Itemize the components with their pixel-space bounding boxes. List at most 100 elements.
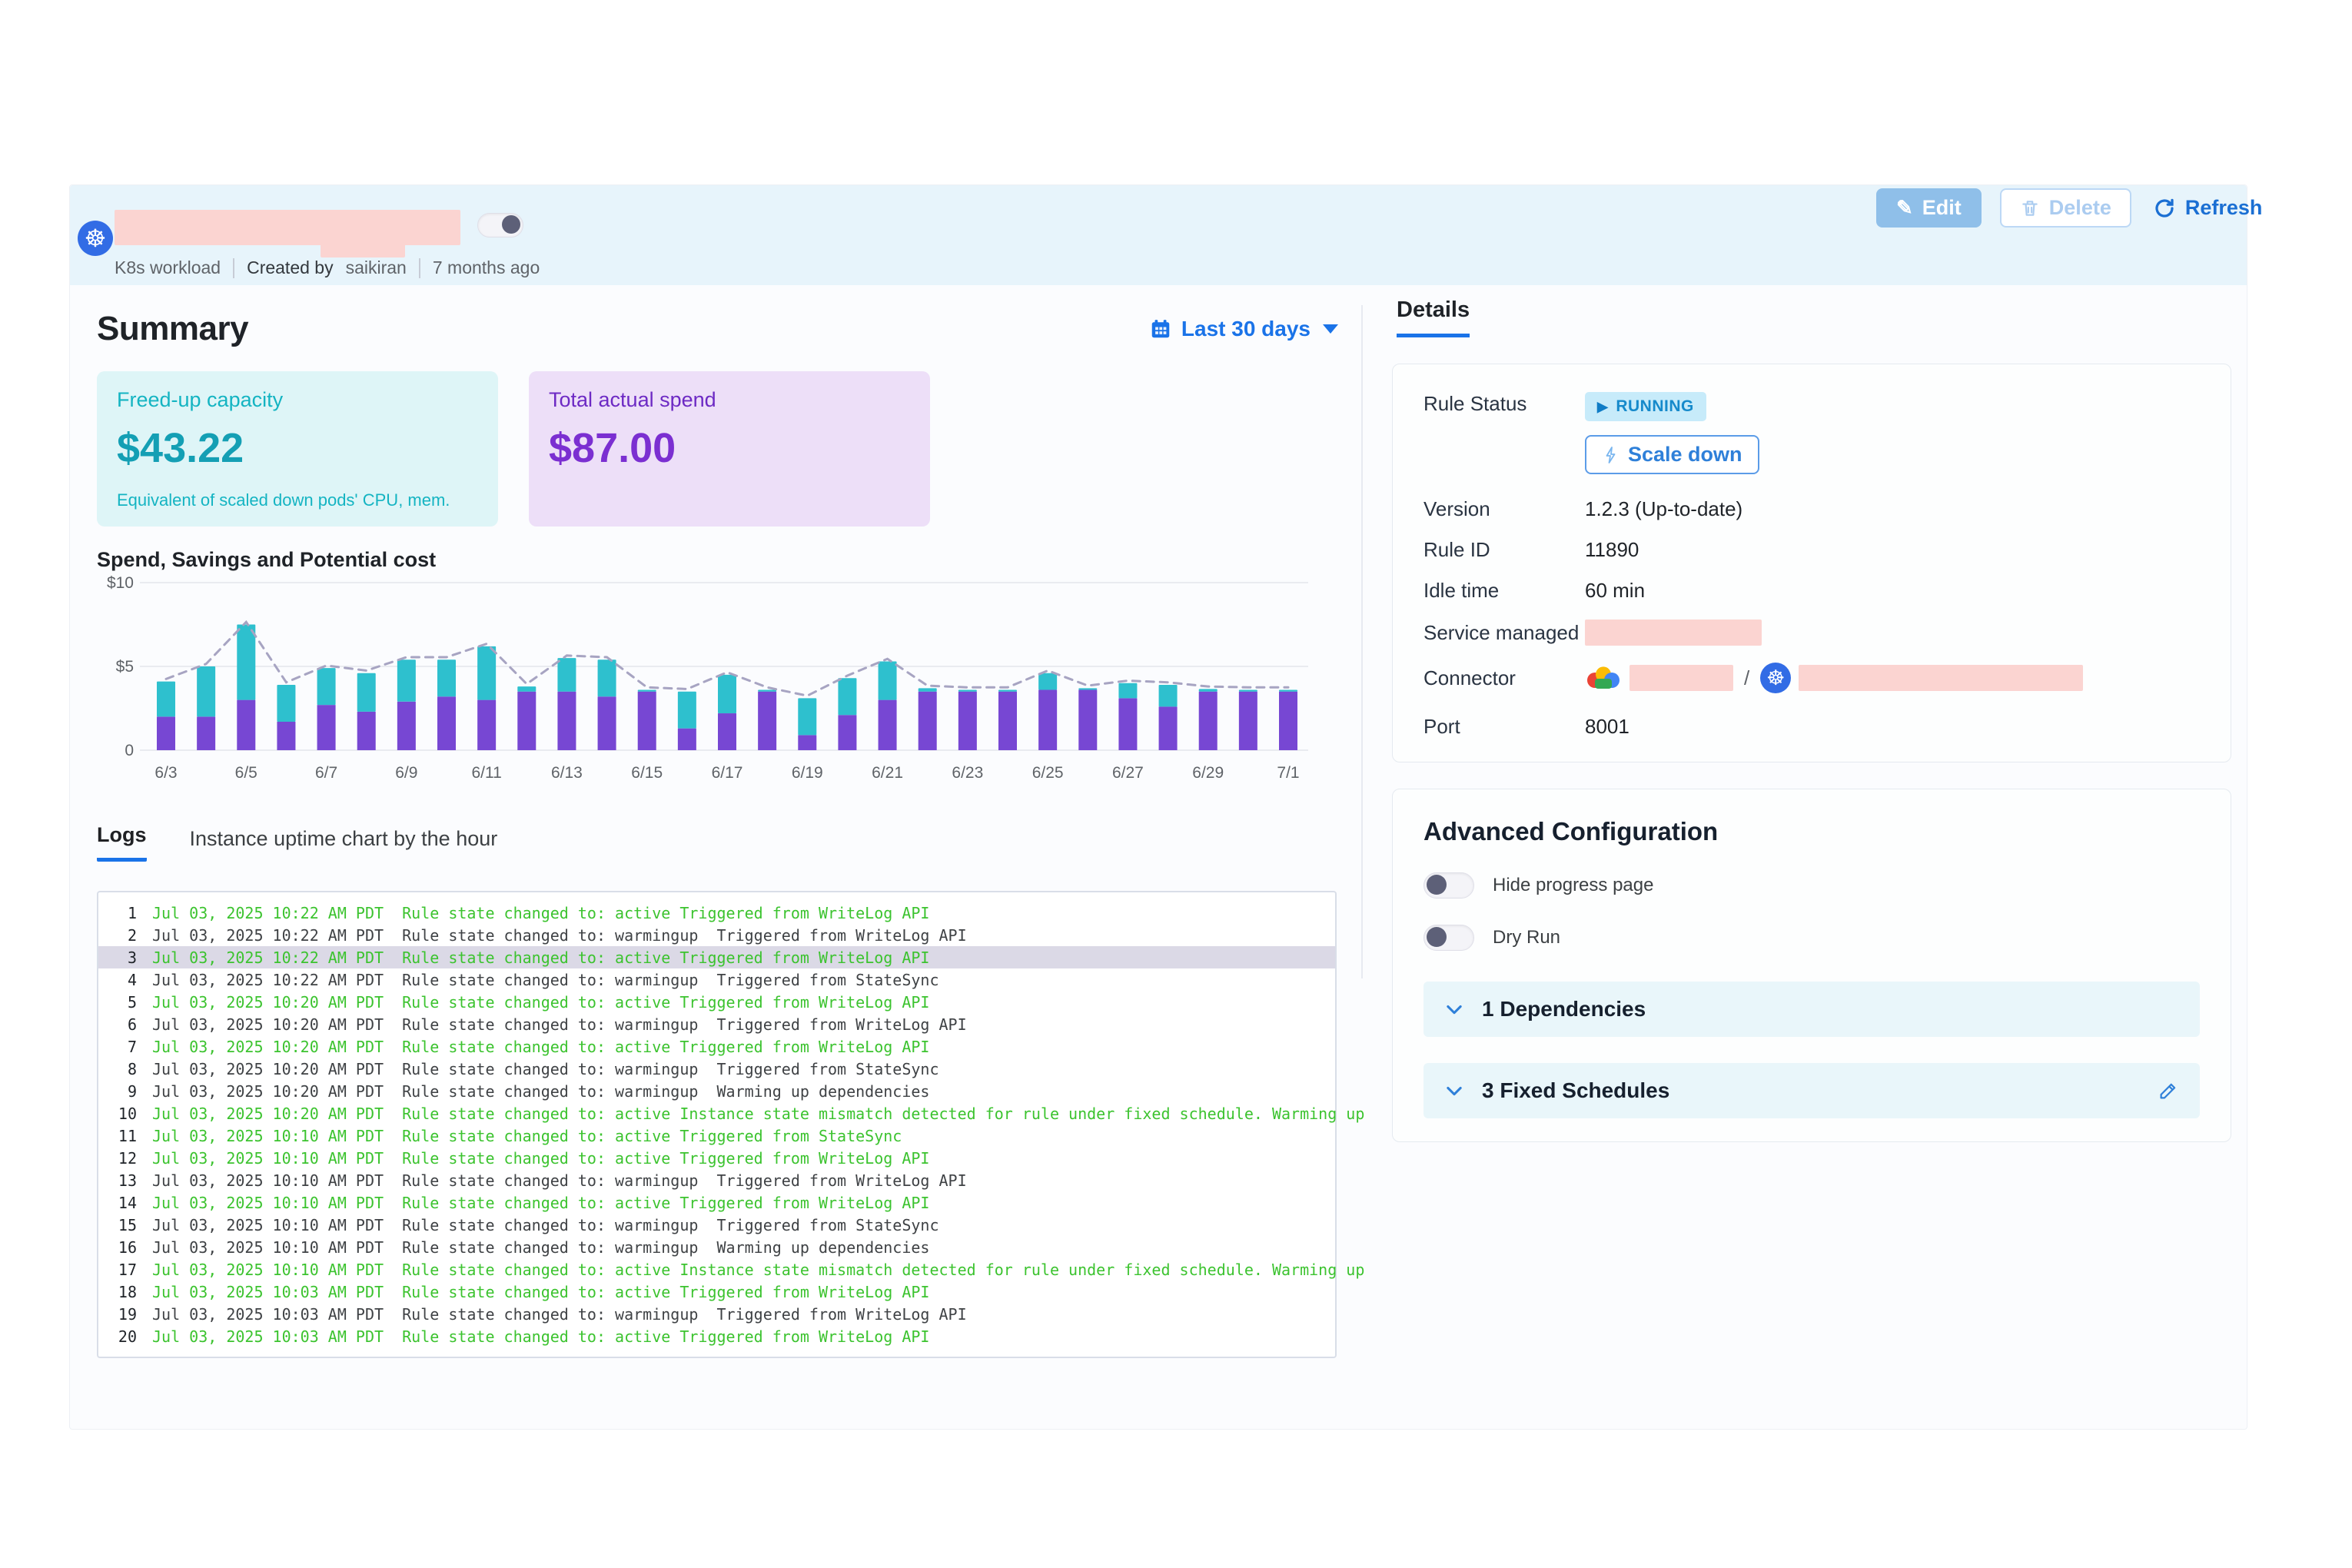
log-row[interactable]: 20Jul 03, 2025 10:03 AM PDT Rule state c…: [98, 1325, 1335, 1347]
log-row[interactable]: 17Jul 03, 2025 10:10 AM PDT Rule state c…: [98, 1258, 1335, 1281]
log-rows: 1Jul 03, 2025 10:22 AM PDT Rule state ch…: [98, 902, 1335, 1347]
version-label: Version: [1423, 497, 1585, 521]
tab-uptime-chart[interactable]: Instance uptime chart by the hour: [190, 827, 498, 862]
bar-spend: [879, 700, 897, 750]
edit-button[interactable]: ✎ Edit: [1876, 188, 1982, 228]
log-row[interactable]: 5Jul 03, 2025 10:20 AM PDT Rule state ch…: [98, 991, 1335, 1013]
x-axis-tick: 6/9: [395, 764, 417, 782]
log-row[interactable]: 13Jul 03, 2025 10:10 AM PDT Rule state c…: [98, 1169, 1335, 1191]
x-axis-tick: 6/17: [712, 764, 743, 782]
trash-icon: [2020, 198, 2040, 218]
log-message: Jul 03, 2025 10:10 AM PDT Rule state cha…: [152, 1194, 929, 1212]
card-caption: Equivalent of scaled down pods' CPU, mem…: [117, 490, 478, 510]
bar-savings: [437, 659, 456, 696]
log-row[interactable]: 3Jul 03, 2025 10:22 AM PDT Rule state ch…: [98, 946, 1335, 968]
edit-button-label: Edit: [1922, 196, 1962, 220]
log-line-number: 15: [98, 1216, 137, 1234]
port-value: 8001: [1585, 715, 1629, 739]
hide-progress-page-label: Hide progress page: [1493, 875, 1653, 896]
header-actions: ✎ Edit Delete Refresh: [1876, 188, 2265, 228]
bar-spend: [838, 715, 856, 750]
log-row[interactable]: 18 Jul 03, 2025 10:03 AM PDT Rule state c…: [98, 1281, 1335, 1303]
redacted-workload-subtitle: [321, 242, 405, 257]
refresh-icon: [2153, 197, 2176, 220]
x-axis-tick: 6/7: [315, 764, 337, 782]
log-row[interactable]: 11Jul 03, 2025 10:10 AM PDT Rule state c…: [98, 1125, 1335, 1147]
bar-spend: [437, 696, 456, 750]
scale-down-button[interactable]: Scale down: [1585, 435, 1759, 474]
tab-logs[interactable]: Logs: [97, 823, 147, 862]
log-line-number: 6: [98, 1015, 137, 1034]
log-row[interactable]: 2Jul 03, 2025 10:22 AM PDT Rule state ch…: [98, 924, 1335, 946]
bar-savings: [638, 690, 656, 692]
bar-savings: [1199, 689, 1218, 691]
log-line-number: 18: [98, 1283, 137, 1301]
log-row[interactable]: 16Jul 03, 2025 10:10 AM PDT Rule state c…: [98, 1236, 1335, 1258]
kubernetes-icon: ☸: [1760, 663, 1791, 693]
log-row[interactable]: 7Jul 03, 2025 10:20 AM PDT Rule state ch…: [98, 1035, 1335, 1058]
summary-title: Summary: [97, 310, 248, 348]
y-axis-tick: 0: [125, 742, 134, 759]
delete-button[interactable]: Delete: [2000, 188, 2131, 228]
bolt-icon: [1602, 444, 1620, 466]
date-range-selector[interactable]: Last 30 days: [1149, 317, 1338, 341]
log-line-number: 3: [98, 948, 137, 967]
bar-savings: [237, 625, 255, 700]
refresh-button[interactable]: Refresh: [2150, 190, 2266, 226]
spend-savings-chart: $10$506/36/56/76/96/116/136/156/176/196/…: [97, 572, 1311, 789]
x-axis-tick: 6/5: [235, 764, 257, 782]
bar-savings: [357, 673, 376, 712]
bar-spend: [477, 700, 496, 750]
log-line-number: 2: [98, 926, 137, 945]
connector-separator: /: [1744, 666, 1749, 690]
status-badge-label: RUNNING: [1616, 397, 1694, 416]
log-message: Jul 03, 2025 10:03 AM PDT Rule state cha…: [152, 1283, 929, 1301]
advanced-configuration-card: Advanced Configuration Hide progress pag…: [1392, 789, 2231, 1142]
tab-details[interactable]: Details: [1397, 297, 1470, 337]
log-row[interactable]: 15 Jul 03, 2025 10:10 AM PDT Rule state c…: [98, 1214, 1335, 1236]
bar-spend: [958, 692, 977, 750]
x-axis-tick: 6/27: [1112, 764, 1144, 782]
status-badge: ▶ RUNNING: [1585, 392, 1706, 421]
redacted-service-value: [1585, 620, 1762, 646]
bar-spend: [517, 692, 536, 750]
bar-spend: [197, 716, 215, 750]
log-viewer[interactable]: 1Jul 03, 2025 10:22 AM PDT Rule state ch…: [97, 891, 1337, 1358]
bar-savings: [1078, 688, 1097, 689]
log-message: Jul 03, 2025 10:20 AM PDT Rule state cha…: [152, 993, 929, 1012]
log-message: Jul 03, 2025 10:10 AM PDT Rule state cha…: [152, 1127, 902, 1145]
dry-run-toggle[interactable]: [1423, 925, 1474, 951]
toggle-knob: [1427, 927, 1447, 947]
kubernetes-icon: ☸: [78, 221, 113, 256]
dependencies-section[interactable]: 1 Dependencies: [1423, 982, 2200, 1037]
bar-spend: [678, 729, 696, 750]
connector-value: / ☸: [1585, 663, 2083, 693]
y-axis-tick: $5: [116, 658, 134, 676]
bar-savings: [277, 685, 295, 722]
bar-savings: [1118, 683, 1137, 699]
bar-spend: [1279, 692, 1297, 750]
log-row[interactable]: 1Jul 03, 2025 10:22 AM PDT Rule state ch…: [98, 902, 1335, 924]
bar-spend: [357, 712, 376, 750]
log-row[interactable]: 9Jul 03, 2025 10:20 AM PDT Rule state ch…: [98, 1080, 1335, 1102]
x-axis-tick: 6/21: [872, 764, 903, 782]
log-line-number: 13: [98, 1171, 137, 1190]
log-line-number: 1: [98, 904, 137, 922]
log-row[interactable]: 8Jul 03, 2025 10:20 AM PDT Rule state ch…: [98, 1058, 1335, 1080]
bar-savings: [1279, 690, 1297, 692]
workload-enabled-toggle[interactable]: [477, 213, 523, 238]
log-row[interactable]: 10Jul 03, 2025 10:20 AM PDT Rule state c…: [98, 1102, 1335, 1125]
connector-label: Connector: [1423, 666, 1585, 690]
log-row[interactable]: 12Jul 03, 2025 10:10 AM PDT Rule state c…: [98, 1147, 1335, 1169]
log-message: Jul 03, 2025 10:10 AM PDT Rule state cha…: [152, 1216, 939, 1234]
log-row[interactable]: 4Jul 03, 2025 10:22 AM PDT Rule state ch…: [98, 968, 1335, 991]
x-axis-tick: 6/3: [154, 764, 177, 782]
bar-spend: [758, 692, 776, 750]
workload-age: 7 months ago: [433, 257, 540, 278]
log-row[interactable]: 14Jul 03, 2025 10:10 AM PDT Rule state c…: [98, 1191, 1335, 1214]
hide-progress-page-toggle[interactable]: [1423, 872, 1474, 899]
fixed-schedules-section[interactable]: 3 Fixed Schedules: [1423, 1063, 2200, 1118]
log-row[interactable]: 19Jul 03, 2025 10:03 AM PDT Rule state c…: [98, 1303, 1335, 1325]
log-row[interactable]: 6Jul 03, 2025 10:20 AM PDT Rule state ch…: [98, 1013, 1335, 1035]
edit-pencil-icon[interactable]: [2157, 1079, 2180, 1102]
